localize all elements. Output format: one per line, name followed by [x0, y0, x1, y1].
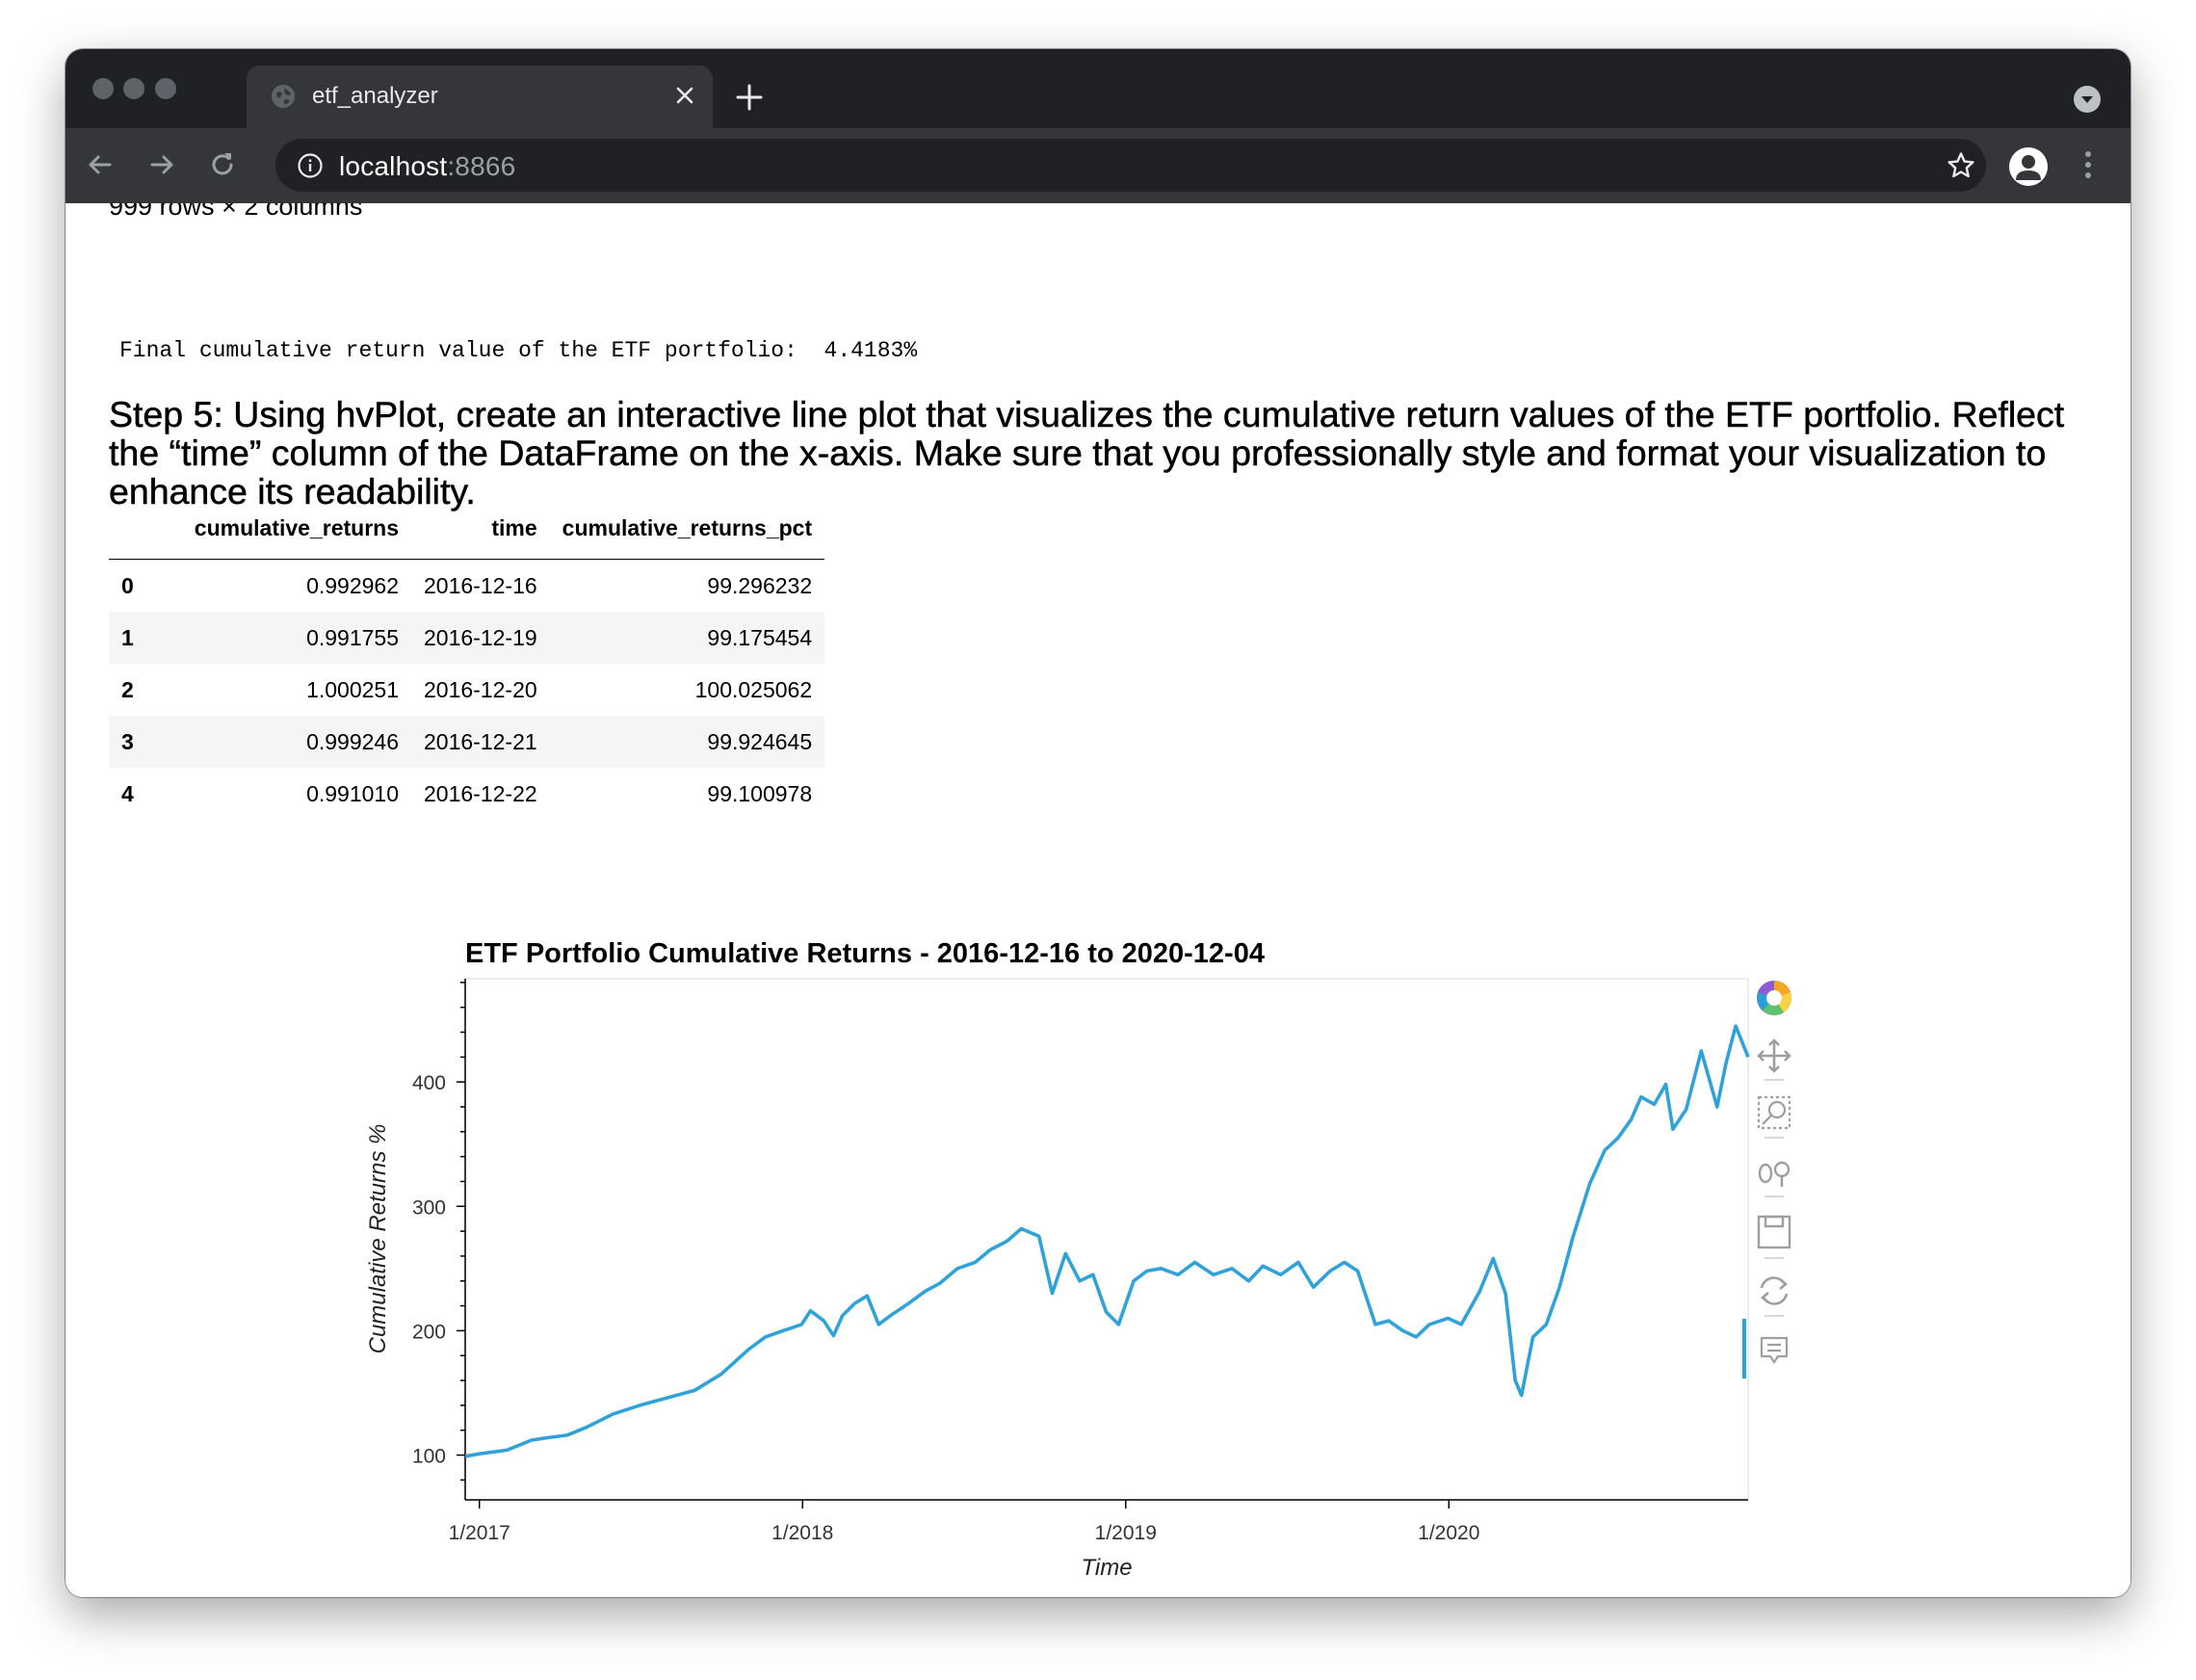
y-tick-label: 400: [412, 1072, 446, 1094]
bokeh-logo-icon[interactable]: [1757, 981, 1792, 1015]
minimize-window-button[interactable]: [123, 78, 144, 99]
zoom-window-button[interactable]: [155, 78, 176, 99]
y-tick-label: 300: [412, 1196, 446, 1219]
y-tick-label: 200: [412, 1321, 446, 1343]
x-axis-ticks: 1/2017 1/2018 1/2019 1/2020: [449, 1500, 1479, 1544]
y-axis-label: Cumulative Returns %: [365, 1124, 391, 1354]
url-text: localhost:8866: [339, 151, 515, 182]
plot-frame: [464, 978, 1749, 1501]
back-arrow-icon[interactable]: [83, 147, 118, 182]
tab-title: etf_analyzer: [312, 83, 438, 109]
bokeh-toolbar: [1742, 981, 1792, 1378]
profile-avatar[interactable]: [2009, 147, 2048, 186]
save-tool-icon[interactable]: [1757, 1215, 1791, 1249]
address-bar[interactable]: localhost:8866: [275, 139, 1986, 192]
tab-search-dropdown-icon[interactable]: [2073, 85, 2102, 114]
forward-arrow-icon[interactable]: [144, 147, 179, 182]
wheel-zoom-tool-icon[interactable]: [1758, 1161, 1791, 1187]
pan-tool-icon[interactable]: [1757, 1038, 1791, 1073]
x-tick-label: 1/2020: [1418, 1522, 1479, 1544]
info-icon[interactable]: [297, 152, 324, 179]
browser-window: etf_analyzer localhost:8866 999 rows × 2…: [65, 49, 2131, 1597]
cumulative-returns-line[interactable]: [464, 1024, 1750, 1458]
close-window-button[interactable]: [92, 78, 114, 99]
y-axis-ticks: 100 200 300 400: [412, 982, 465, 1482]
globe-icon: [272, 85, 295, 108]
x-tick-label: 1/2018: [771, 1522, 833, 1544]
active-tool-indicator: [1742, 1319, 1746, 1378]
x-tick-label: 1/2017: [449, 1522, 510, 1544]
url-host: localhost: [339, 151, 448, 181]
x-axis-label: Time: [1081, 1555, 1132, 1581]
more-menu-icon[interactable]: [2082, 147, 2094, 182]
reset-tool-icon[interactable]: [1760, 1276, 1789, 1305]
chart-title: ETF Portfolio Cumulative Returns - 2016-…: [465, 938, 1265, 969]
browser-toolbar: localhost:8866: [65, 128, 2131, 203]
new-tab-plus-icon[interactable]: [730, 78, 769, 117]
hover-tool-icon[interactable]: [1760, 1336, 1789, 1364]
box-zoom-tool-icon[interactable]: [1757, 1095, 1791, 1130]
page-content: 999 rows × 2 columns Final cumulative re…: [65, 203, 2131, 1597]
cumulative-returns-chart[interactable]: ETF Portfolio Cumulative Returns - 2016-…: [65, 203, 2131, 1597]
bookmark-star-icon[interactable]: [1946, 150, 1976, 181]
x-tick-label: 1/2019: [1095, 1522, 1157, 1544]
close-tab-icon[interactable]: [670, 81, 699, 110]
reload-icon[interactable]: [205, 147, 240, 182]
y-tick-label: 100: [412, 1446, 446, 1468]
tab-etf-analyzer[interactable]: etf_analyzer: [247, 66, 713, 128]
title-bar: etf_analyzer: [65, 49, 2131, 128]
url-port: :8866: [447, 151, 516, 181]
person-icon: [2016, 155, 2041, 180]
